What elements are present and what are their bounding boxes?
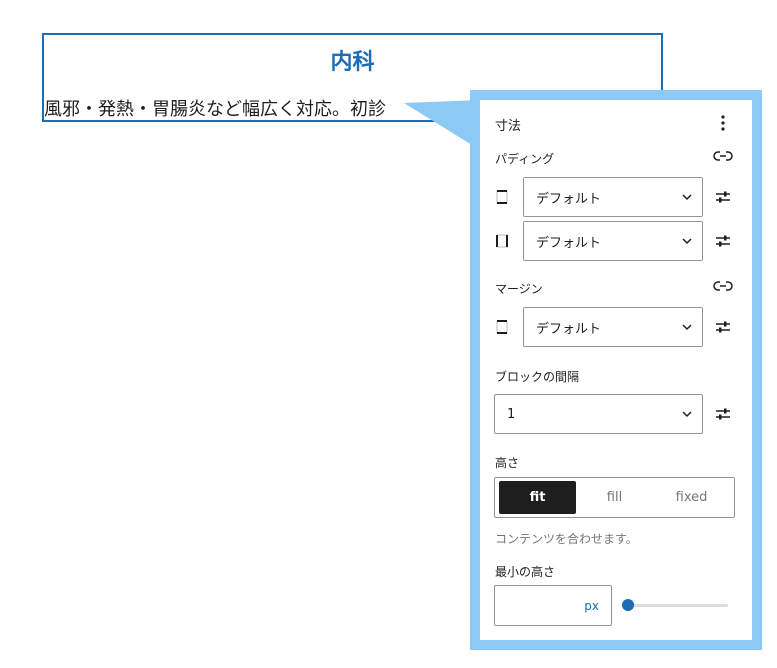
unlink-icon[interactable] bbox=[712, 146, 734, 166]
chevron-down-icon bbox=[682, 194, 692, 201]
height-label: 高さ bbox=[495, 456, 520, 470]
min-height-slider-track[interactable] bbox=[628, 604, 728, 607]
min-height-label: 最小の高さ bbox=[495, 565, 556, 579]
height-segmented-control: fit fill fixed bbox=[494, 477, 735, 518]
min-height-slider-thumb[interactable] bbox=[622, 599, 634, 611]
margin-label: マージン bbox=[495, 282, 543, 296]
padding-vertical-value: デフォルト bbox=[536, 191, 602, 207]
margin-vertical-icon bbox=[494, 318, 510, 336]
sliders-icon[interactable] bbox=[714, 232, 732, 250]
margin-vertical-select[interactable]: デフォルト bbox=[523, 307, 703, 347]
block-heading: 内科 bbox=[330, 50, 375, 75]
padding-vertical-icon bbox=[494, 188, 510, 206]
padding-vertical-select[interactable]: デフォルト bbox=[523, 177, 703, 217]
sliders-icon[interactable] bbox=[714, 405, 732, 423]
sliders-icon[interactable] bbox=[714, 318, 732, 336]
min-height-input[interactable]: px bbox=[494, 585, 612, 626]
height-option-fit[interactable]: fit bbox=[499, 481, 576, 514]
padding-horizontal-select[interactable]: デフォルト bbox=[523, 221, 703, 261]
height-option-fixed[interactable]: fixed bbox=[653, 481, 730, 514]
padding-horizontal-value: デフォルト bbox=[536, 235, 602, 251]
margin-vertical-value: デフォルト bbox=[536, 321, 602, 337]
chevron-down-icon bbox=[682, 324, 692, 331]
block-spacing-value: 1 bbox=[507, 406, 516, 422]
block-spacing-select[interactable]: 1 bbox=[494, 394, 703, 434]
padding-horizontal-icon bbox=[494, 232, 510, 250]
unlink-icon[interactable] bbox=[712, 276, 734, 296]
block-spacing-label: ブロックの間隔 bbox=[495, 370, 580, 384]
padding-label: パディング bbox=[495, 152, 555, 166]
panel-title: 寸法 bbox=[495, 119, 522, 134]
chevron-down-icon bbox=[682, 238, 692, 245]
chevron-down-icon bbox=[682, 411, 692, 418]
height-help-text: コンテンツを合わせます。 bbox=[495, 532, 638, 546]
block-paragraph: 風邪・発熱・胃腸炎など幅広く対応。初診 bbox=[44, 99, 386, 120]
min-height-unit[interactable]: px bbox=[584, 599, 599, 613]
more-vertical-icon[interactable] bbox=[712, 112, 734, 134]
sliders-icon[interactable] bbox=[714, 188, 732, 206]
height-option-fill[interactable]: fill bbox=[576, 481, 653, 514]
